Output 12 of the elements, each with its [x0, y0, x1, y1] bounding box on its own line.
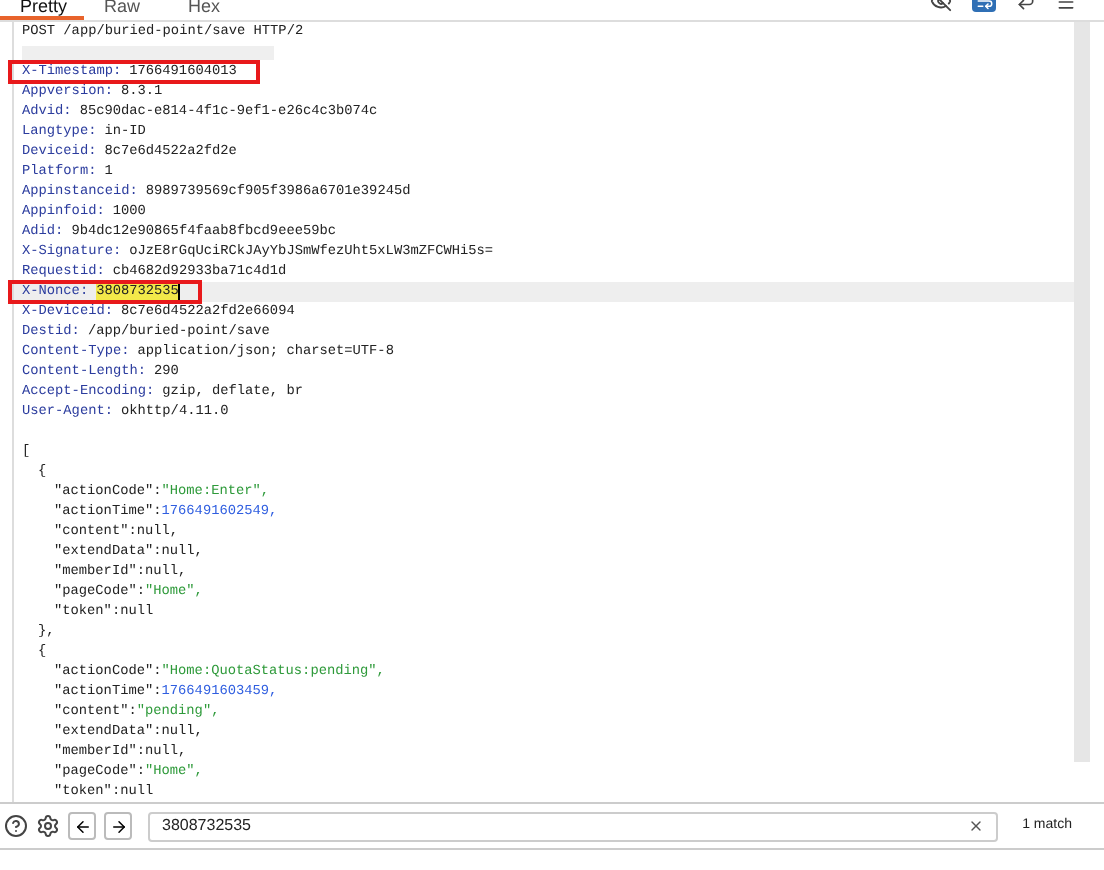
scrollbar[interactable] [1074, 22, 1090, 762]
search-field[interactable]: 3808732535 [148, 811, 999, 841]
left-arrow-icon [73, 817, 91, 835]
clear-icon[interactable] [968, 818, 985, 834]
tab[interactable]: Raw [84, 0, 168, 20]
forward-button[interactable] [104, 812, 132, 840]
tab[interactable]: Hex [168, 0, 252, 20]
right-arrow-icon [109, 817, 127, 835]
help-icon[interactable] [4, 814, 28, 838]
settings-icon[interactable] [36, 814, 60, 838]
tab[interactable]: Pretty [0, 0, 84, 20]
back-button[interactable] [68, 812, 96, 840]
